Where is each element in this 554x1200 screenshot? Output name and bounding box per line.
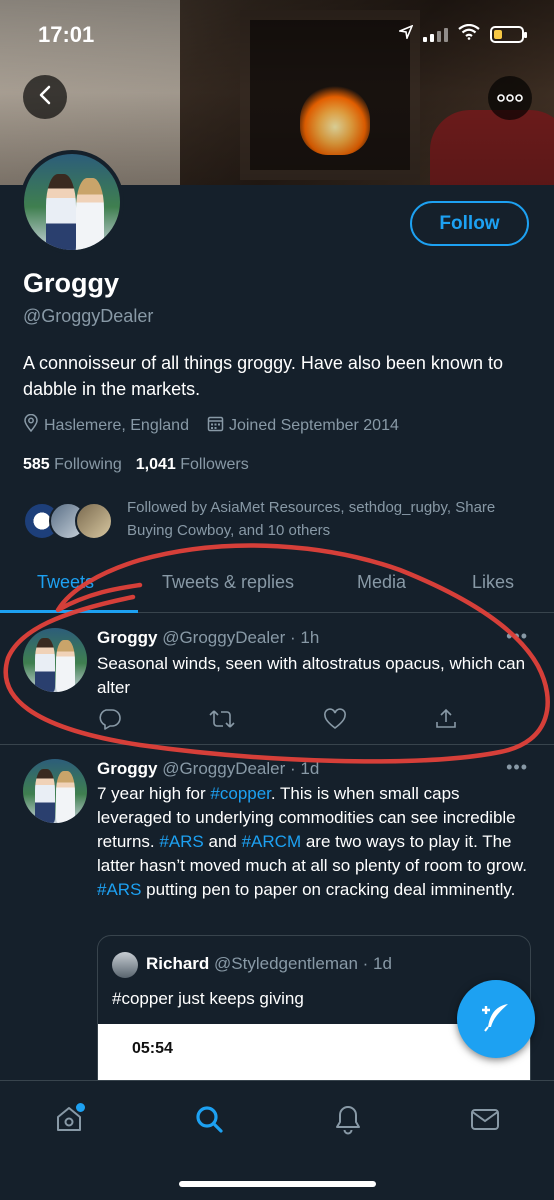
quote-avatar — [112, 952, 138, 978]
tweet-handle-time: @GroggyDealer · 1h — [162, 628, 320, 647]
notifications-icon — [332, 1103, 364, 1140]
tweet-header: Groggy @GroggyDealer · 1h — [97, 628, 319, 648]
nav-home[interactable] — [49, 1101, 89, 1141]
calendar-icon — [207, 415, 224, 437]
signal-icon — [423, 27, 448, 42]
back-button[interactable] — [23, 75, 67, 119]
location-arrow-icon — [397, 24, 414, 44]
following-link[interactable]: 585 Following — [23, 456, 122, 474]
following-label: Following — [54, 456, 122, 473]
nav-messages[interactable] — [465, 1101, 505, 1141]
retweet-icon[interactable] — [209, 708, 235, 735]
follow-button[interactable]: Follow — [410, 201, 529, 246]
back-icon — [37, 85, 53, 110]
tweet-actions — [97, 708, 457, 735]
home-notification-dot — [76, 1103, 85, 1112]
hashtag-link[interactable]: #copper — [210, 784, 271, 803]
tweet-avatar[interactable] — [23, 759, 87, 823]
quote-text: #copper just keeps giving — [112, 989, 304, 1008]
messages-icon — [469, 1103, 501, 1140]
following-count: 585 — [23, 456, 50, 473]
hashtag-link[interactable]: #ARS — [97, 880, 141, 899]
profile-tabs: Tweets Tweets & replies Media Likes — [0, 560, 554, 613]
profile-joined: Joined September 2014 — [207, 415, 399, 437]
quote-header: Richard @Styledgentleman · 1d — [146, 954, 392, 974]
location-text: Haslemere, England — [44, 416, 189, 434]
tweet-text: Seasonal winds, seen with altostratus op… — [97, 654, 526, 697]
joined-text: Joined September 2014 — [228, 416, 399, 434]
reply-icon[interactable] — [97, 708, 121, 735]
tweet-header: Groggy @GroggyDealer · 1d — [97, 759, 319, 779]
tweet-text: 7 year high for #copper. This is when sm… — [97, 782, 527, 902]
tweet-author[interactable]: Groggy — [97, 759, 157, 778]
share-icon[interactable] — [435, 708, 457, 735]
tweet[interactable]: Groggy @GroggyDealer · 1h ••• Seasonal w… — [0, 614, 554, 744]
profile-handle: @GroggyDealer — [23, 306, 154, 326]
profile-name: Groggy — [23, 268, 120, 298]
quote-image-time: 05:54 — [132, 1040, 173, 1057]
tweet-text-segment: 7 year high for — [97, 784, 211, 803]
more-options-button[interactable] — [488, 76, 532, 120]
tweet-author[interactable]: Groggy — [97, 628, 157, 647]
tab-likes[interactable]: Likes — [472, 572, 514, 593]
quote-handle-time: @Styledgentleman · 1d — [214, 954, 392, 973]
tweet-avatar[interactable] — [23, 628, 87, 692]
hashtag-link[interactable]: #ARCM — [242, 832, 302, 851]
followed-by-text: Followed by AsiaMet Resources, sethdog_r… — [127, 499, 496, 539]
tweet-more-icon[interactable]: ••• — [506, 757, 528, 778]
tweet-more-icon[interactable]: ••• — [506, 626, 528, 647]
search-icon — [193, 1103, 225, 1140]
tab-media[interactable]: Media — [357, 572, 406, 593]
like-icon[interactable] — [323, 708, 347, 735]
more-icon — [497, 89, 523, 107]
profile-meta: Haslemere, England Joined September 2014 — [23, 413, 399, 437]
profile-avatar[interactable] — [20, 150, 124, 254]
tab-tweets[interactable]: Tweets — [37, 572, 94, 593]
tweet-text-segment: and — [203, 832, 242, 851]
profile-bio: A connoisseur of all things groggy. Have… — [23, 353, 503, 399]
home-indicator — [179, 1181, 376, 1187]
nav-search[interactable] — [189, 1101, 229, 1141]
nav-notifications[interactable] — [328, 1101, 368, 1141]
status-time: 17:01 — [38, 22, 95, 47]
wifi-icon — [458, 23, 480, 45]
followers-label: Followers — [180, 456, 249, 473]
battery-icon — [490, 26, 527, 43]
followers-count: 1,041 — [135, 456, 176, 473]
follow-counts: 585 Following 1,041 Followers — [23, 456, 249, 474]
hashtag-link[interactable]: #ARS — [159, 832, 203, 851]
followed-by[interactable]: Followed by AsiaMet Resources, sethdog_r… — [23, 496, 533, 546]
follower-avatar — [75, 502, 113, 540]
active-tab-indicator — [0, 610, 138, 613]
tweet-text-segment: putting pen to paper on cracking deal im… — [141, 880, 516, 899]
quote-author: Richard — [146, 954, 210, 973]
compose-icon — [478, 999, 514, 1040]
compose-button[interactable] — [457, 980, 535, 1058]
tab-tweets-replies[interactable]: Tweets & replies — [162, 572, 294, 593]
status-bar: 17:01 — [0, 18, 554, 52]
location-icon — [23, 413, 39, 437]
profile-location: Haslemere, England — [23, 413, 189, 437]
followers-link[interactable]: 1,041 Followers — [136, 456, 249, 474]
tweet-handle-time: @GroggyDealer · 1d — [162, 759, 320, 778]
